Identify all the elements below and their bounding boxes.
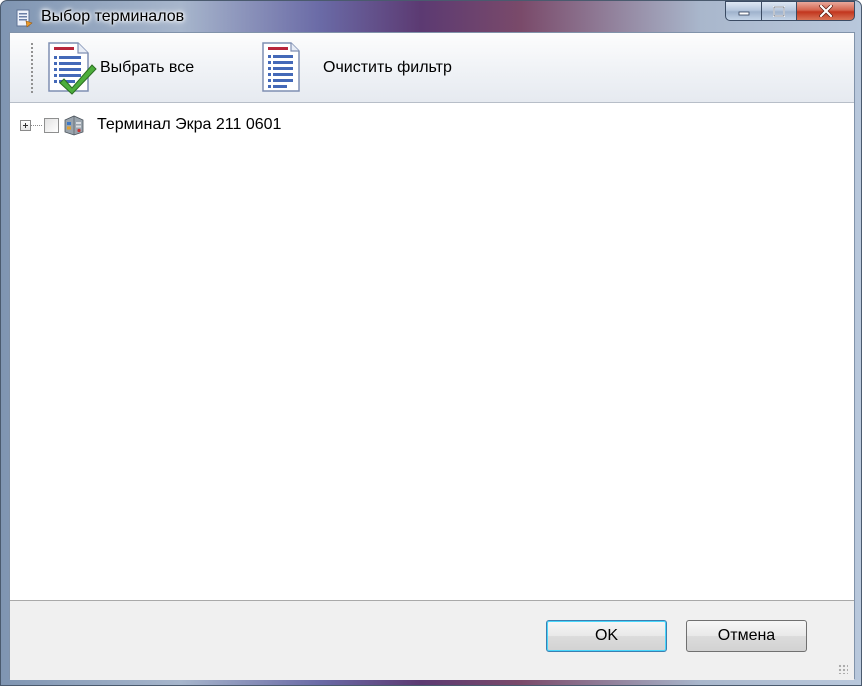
cancel-button[interactable]: Отмена [686, 620, 807, 652]
tree-node-label: Терминал Экра 211 0601 [97, 116, 282, 133]
title-bar[interactable]: Выбор терминалов [1, 1, 861, 31]
ok-button[interactable]: OK [546, 620, 667, 652]
select-all-label: Выбрать все [100, 59, 195, 76]
terminal-icon [64, 115, 84, 136]
dialog-footer: OK Отмена [10, 601, 854, 680]
list-icon [262, 42, 300, 92]
resize-grip[interactable] [838, 664, 848, 674]
checked-list-icon [48, 42, 97, 95]
maximize-icon [773, 5, 785, 17]
dialog-body: Выбрать все Очистить фильтр Терминал Экр… [9, 32, 855, 680]
document-icon [16, 9, 33, 28]
clear-filter-label: Очистить фильтр [323, 59, 452, 76]
minimize-icon [738, 11, 749, 16]
clear-filter-button[interactable]: Очистить фильтр [255, 40, 452, 96]
tree-connector [31, 124, 43, 126]
close-icon [818, 5, 833, 17]
toolbar: Выбрать все Очистить фильтр [10, 33, 854, 103]
minimize-button[interactable] [725, 1, 762, 21]
maximize-button[interactable] [762, 1, 797, 21]
close-button[interactable] [797, 1, 855, 21]
node-checkbox[interactable] [44, 117, 59, 133]
caption-buttons [725, 1, 855, 22]
terminal-tree[interactable]: Терминал Экра 211 0601 [10, 103, 854, 601]
dialog-window: Выбор терминалов Выбрать все Очистить фи… [0, 0, 862, 686]
toolbar-grip[interactable] [30, 42, 34, 94]
tree-node[interactable]: Терминал Экра 211 0601 [20, 115, 282, 136]
expand-icon[interactable] [20, 119, 31, 131]
select-all-button[interactable]: Выбрать все [44, 40, 194, 96]
window-title: Выбор терминалов [41, 8, 185, 25]
